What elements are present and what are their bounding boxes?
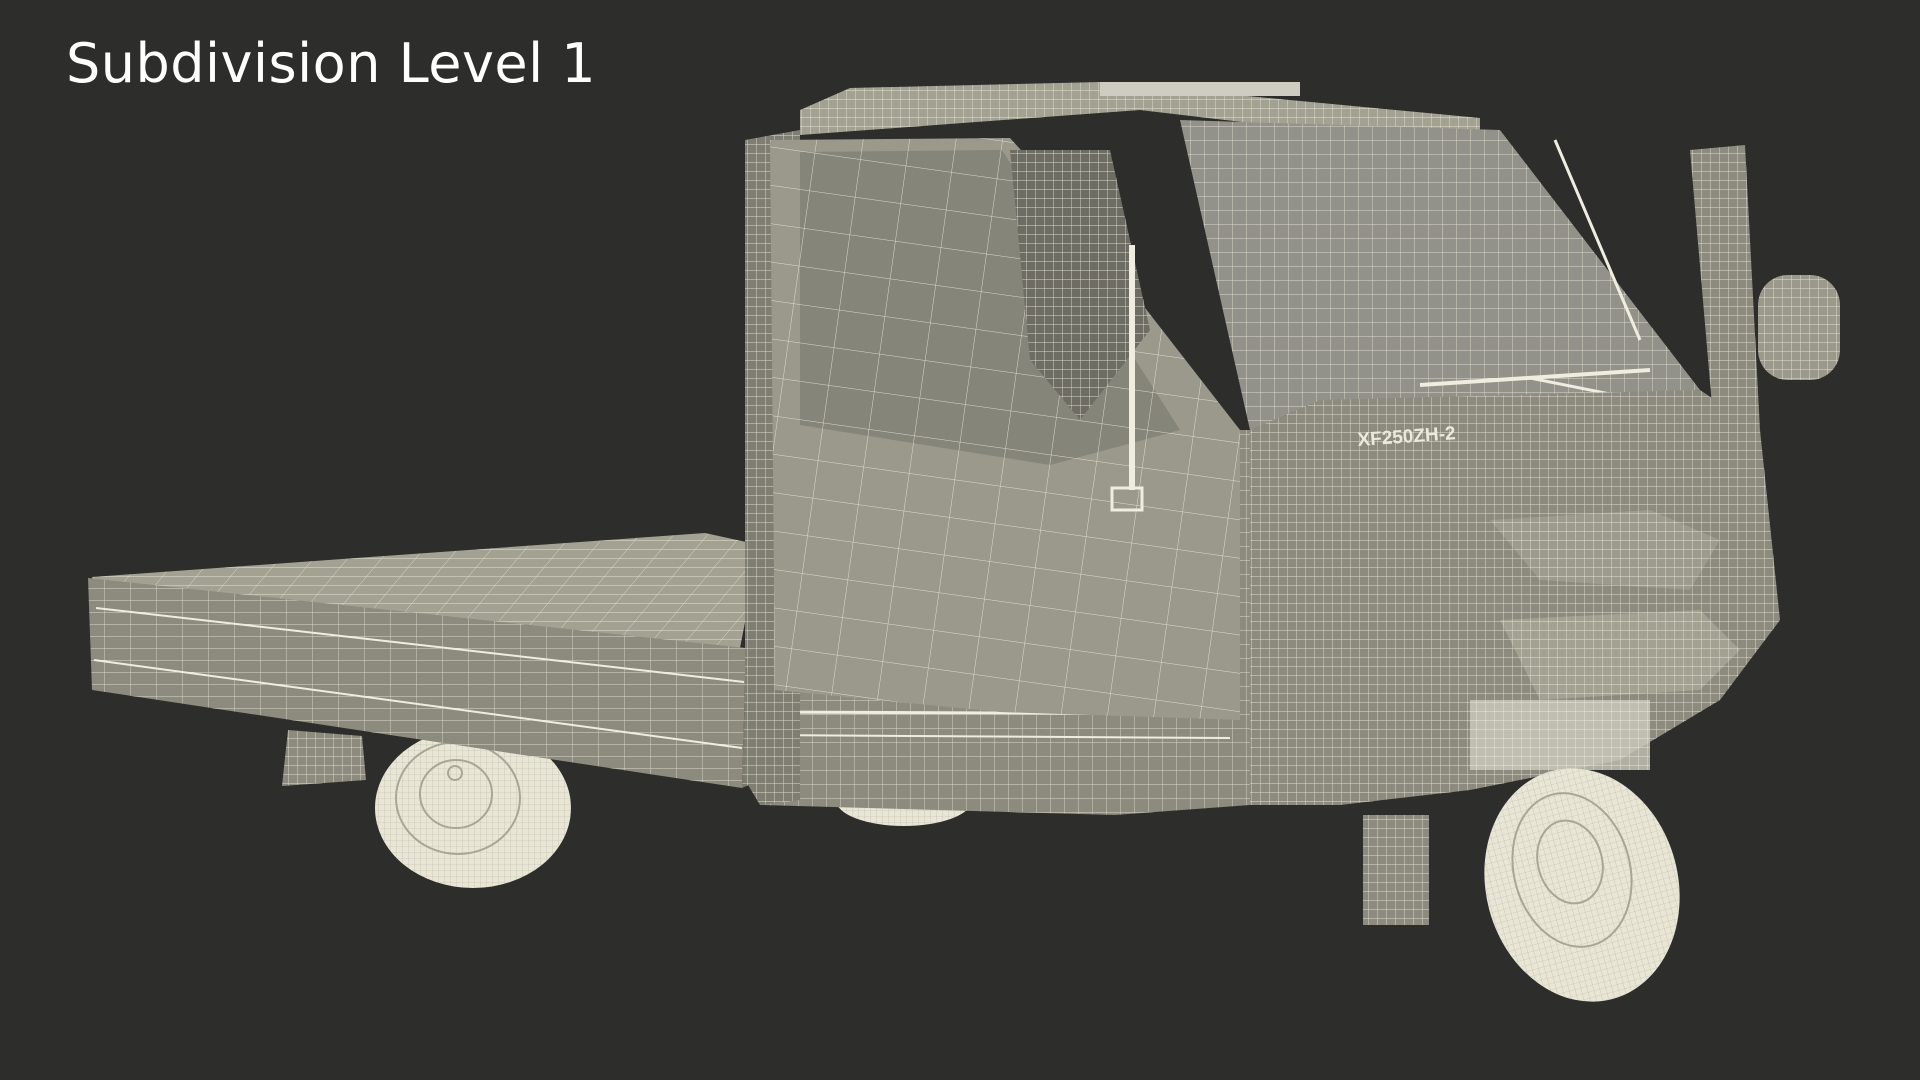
windshield [1180,120,1700,430]
rear-mud-flap [282,730,366,786]
front-mud-flap [1363,815,1429,925]
vehicle-wireframe-model: XF250ZH-2 [88,82,1840,1002]
render-viewport: XF250ZH-2 Subdivision Level 1 [0,0,1920,1080]
front-suspension [1470,700,1650,770]
subdivision-level-label: Subdivision Level 1 [66,32,597,95]
front-wheel [1484,768,1680,1002]
cab-door [770,138,1240,720]
